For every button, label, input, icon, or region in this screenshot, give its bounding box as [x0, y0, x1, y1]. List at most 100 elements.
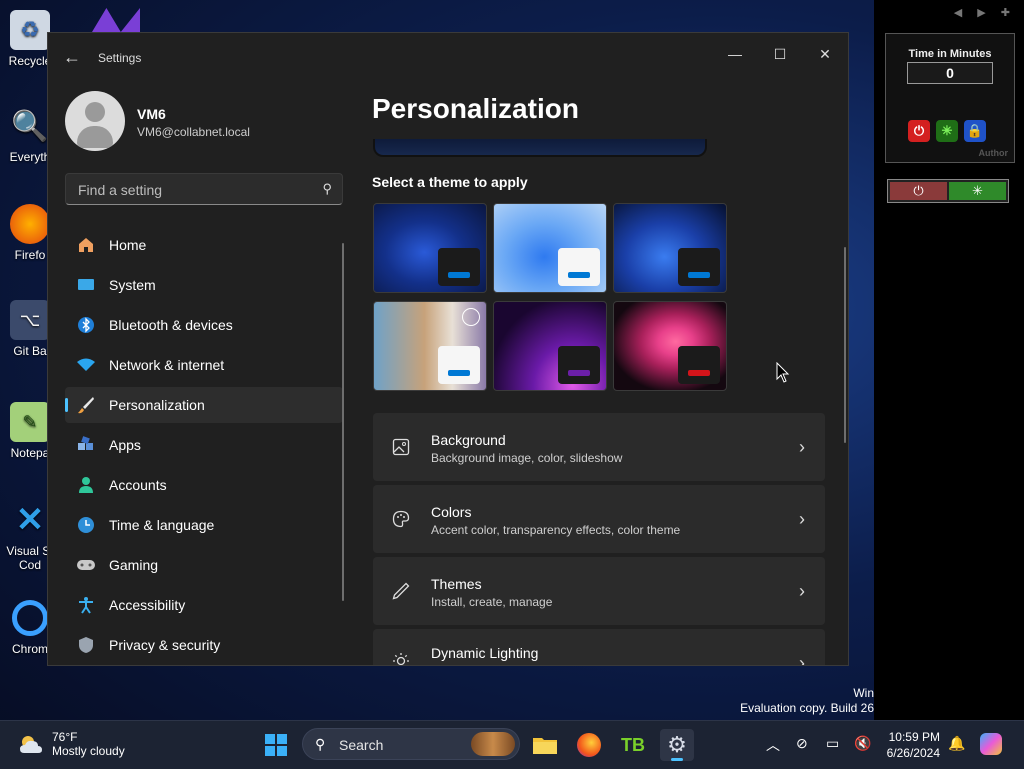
start-button[interactable] — [259, 729, 293, 761]
theme-spotlight[interactable] — [373, 301, 487, 391]
gear-icon: ⚙ — [667, 732, 687, 757]
accessibility-icon — [76, 595, 96, 615]
display-icon[interactable]: ▭ — [826, 735, 839, 752]
minimize-button[interactable]: — — [712, 39, 758, 69]
sidebar-item-accessibility[interactable]: Accessibility — [65, 587, 343, 623]
theme-dark-bloom[interactable] — [373, 203, 487, 293]
weather-description: Mostly cloudy — [52, 744, 125, 758]
page-title: Personalization — [372, 93, 579, 124]
brush-icon — [76, 395, 96, 415]
taskbar-clock[interactable]: 10:59 PM 6/26/2024 — [880, 729, 940, 761]
card-colors[interactable]: Colors Accent color, transparency effect… — [373, 485, 825, 553]
card-title: Colors — [431, 504, 472, 520]
card-dynamic-lighting[interactable]: Dynamic Lighting › — [373, 629, 825, 666]
sidebar-item-label: Privacy & security — [109, 637, 221, 653]
windows-logo-icon — [265, 734, 287, 756]
weather-widget[interactable]: 76°F Mostly cloudy — [18, 730, 125, 758]
card-themes[interactable]: Themes Install, create, manage › — [373, 557, 825, 625]
search-icon: ⚲ — [315, 736, 326, 752]
chevron-up-icon[interactable]: ︿ — [766, 735, 780, 755]
sidebar-item-privacy[interactable]: Privacy & security — [65, 627, 343, 663]
card-background[interactable]: Background Background image, color, slid… — [373, 413, 825, 481]
theme-glow[interactable] — [493, 301, 607, 391]
taskbar-settings[interactable]: ⚙ — [660, 729, 694, 761]
sidebar-item-label: Accessibility — [109, 597, 186, 613]
sidebar-item-system[interactable]: System — [65, 267, 343, 303]
restart-icon[interactable]: ✳ — [936, 120, 958, 142]
avatar[interactable] — [65, 91, 125, 151]
sidebar-item-gaming[interactable]: Gaming — [65, 547, 343, 583]
speaker-muted-icon[interactable]: 🔇 — [854, 735, 871, 752]
close-button[interactable]: ✕ — [802, 39, 848, 69]
taskbar-tb-app[interactable]: TB — [616, 729, 650, 761]
sidebar-item-personalization[interactable]: Personalization — [65, 387, 343, 423]
sidebar-item-label: Bluetooth & devices — [109, 317, 233, 333]
theme-light-bloom[interactable] — [493, 203, 607, 293]
theme-dark-bloom-2[interactable] — [613, 203, 727, 293]
search-icon[interactable]: ⚲ — [322, 181, 332, 197]
theme-accent — [448, 370, 470, 376]
user-name: VM6 — [137, 106, 166, 122]
recycle-bin-icon: ♻ — [10, 10, 50, 50]
visual-studio-icon — [92, 8, 140, 32]
notepad-icon: ✎ — [10, 402, 50, 442]
accounts-icon — [76, 475, 96, 495]
maximize-button[interactable]: ☐ — [757, 39, 803, 69]
theme-grid — [373, 203, 729, 393]
active-app-indicator — [671, 758, 683, 761]
theme-accent — [688, 370, 710, 376]
copilot-icon[interactable] — [980, 733, 1002, 755]
sidebar-item-bluetooth[interactable]: Bluetooth & devices — [65, 307, 343, 343]
sidebar-item-network[interactable]: Network & internet — [65, 347, 343, 383]
sidebar-item-time-language[interactable]: Time & language — [65, 507, 343, 543]
theme-accent — [568, 370, 590, 376]
taskbar-search-input[interactable] — [337, 729, 471, 761]
chevron-right-icon: › — [799, 437, 805, 457]
network-offline-icon[interactable]: ⊘ — [796, 735, 808, 752]
sidebar-item-accounts[interactable]: Accounts — [65, 467, 343, 503]
home-icon — [76, 235, 96, 255]
card-title: Background — [431, 432, 506, 448]
bluetooth-icon — [76, 315, 96, 335]
bell-icon[interactable]: 🔔 — [948, 735, 965, 752]
lock-icon[interactable]: 🔒 — [964, 120, 986, 142]
cloudy-weather-icon — [20, 736, 42, 753]
search-input[interactable] — [76, 174, 310, 206]
theme-flow[interactable] — [613, 301, 727, 391]
gadget-title: Time in Minutes — [908, 48, 992, 60]
restart-icon[interactable]: ✳ — [949, 182, 1006, 200]
gadget-nav-arrows[interactable]: ◀ ▶ ✚ — [954, 6, 1016, 19]
theme-accent — [568, 272, 590, 278]
power-icon[interactable]: ⏻ — [890, 182, 947, 200]
taskbar-file-explorer[interactable] — [528, 729, 562, 761]
card-title: Dynamic Lighting — [431, 645, 539, 661]
evaluation-watermark: Win Evaluation copy. Build 26 — [740, 686, 874, 716]
settings-cards: Background Background image, color, slid… — [373, 413, 825, 666]
sidebar-item-home[interactable]: Home — [65, 227, 343, 263]
network-icon — [76, 355, 96, 375]
app-title: Settings — [98, 51, 142, 65]
gadget-minutes-value[interactable]: 0 — [907, 62, 993, 84]
sidebar-item-label: System — [109, 277, 156, 293]
theme-accent — [448, 272, 470, 278]
taskbar-firefox[interactable] — [572, 729, 606, 761]
theme-accent — [688, 272, 710, 278]
picture-icon — [391, 437, 411, 457]
sidebar-item-apps[interactable]: Apps — [65, 427, 343, 463]
card-subtitle: Background image, color, slideshow — [431, 451, 623, 465]
sun-lighting-icon — [391, 651, 411, 665]
taskbar: 76°F Mostly cloudy ⚲ TB ⚙ ︿ ⊘ ▭ 🔇 10:59 … — [0, 720, 1024, 769]
sidebar-item-label: Personalization — [109, 397, 205, 413]
sidebar-item-label: Accounts — [109, 477, 167, 493]
spotlight-icon — [462, 308, 480, 326]
palette-icon — [391, 509, 411, 529]
shield-icon — [76, 635, 96, 655]
power-icon[interactable]: ⏻ — [908, 120, 930, 142]
chevron-right-icon: › — [799, 653, 805, 666]
sidebar-scrollbar[interactable] — [342, 243, 344, 601]
back-button[interactable]: ← — [62, 47, 82, 67]
main-scrollbar[interactable] — [844, 247, 846, 443]
clock-date: 6/26/2024 — [886, 746, 940, 760]
search-highlight-image — [471, 732, 515, 756]
pen-icon — [391, 581, 411, 601]
